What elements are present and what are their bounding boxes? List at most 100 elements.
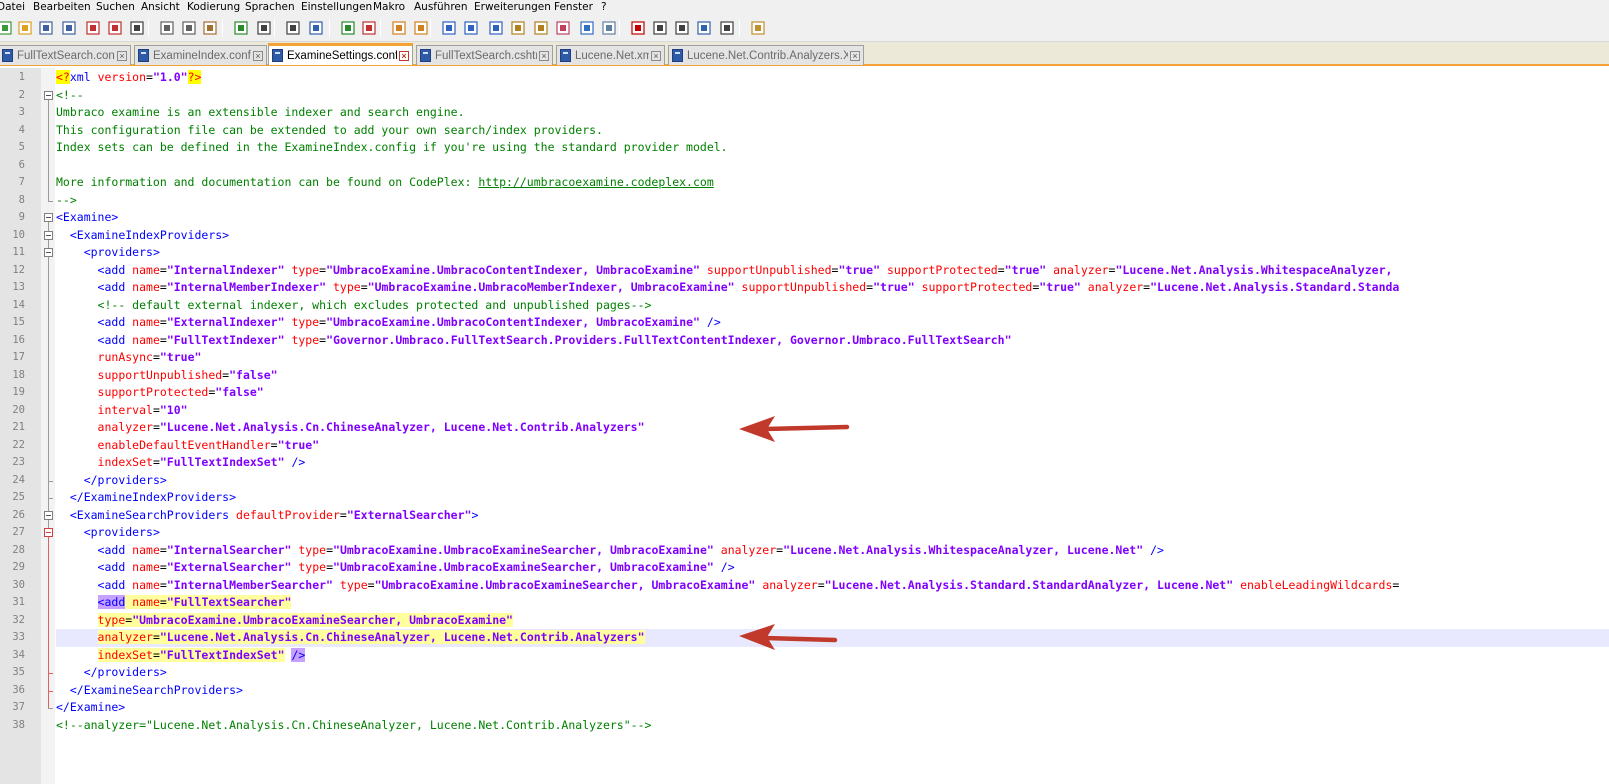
code-line[interactable]: This configuration file can be extended …: [56, 122, 603, 140]
code-line[interactable]: runAsync="true": [56, 349, 202, 367]
code-line[interactable]: enableDefaultEventHandler="true": [56, 437, 320, 455]
tab-fulltextsearch-cshtml[interactable]: FullTextSearch.cshtml ×: [416, 45, 553, 65]
code-line[interactable]: <ExamineIndexProviders>: [56, 227, 229, 245]
tab-examineindex-config[interactable]: ExamineIndex.config ×: [134, 45, 267, 65]
find-icon[interactable]: [284, 19, 302, 37]
code-line[interactable]: indexSet="FullTextIndexSet" />: [56, 454, 306, 472]
code-line[interactable]: </providers>: [56, 472, 167, 490]
tab-close-icon[interactable]: ×: [117, 50, 127, 61]
menu-ausf-hren[interactable]: Ausführen: [414, 0, 468, 14]
menu-makro[interactable]: Makro: [373, 0, 405, 14]
code-line[interactable]: <Examine>: [56, 209, 118, 227]
open-file-icon[interactable]: [16, 19, 34, 37]
code-line[interactable]: </ExamineIndexProviders>: [56, 489, 236, 507]
copy-icon[interactable]: [180, 19, 198, 37]
code-line[interactable]: </ExamineSearchProviders>: [56, 682, 243, 700]
code-line[interactable]: <add name="ExternalSearcher" type="Umbra…: [56, 559, 735, 577]
replace-icon[interactable]: [307, 19, 325, 37]
menu-datei[interactable]: Datei: [0, 0, 25, 14]
menu-suchen[interactable]: Suchen: [96, 0, 135, 14]
fold-toggle-icon[interactable]: [44, 90, 53, 100]
code-line[interactable]: <?xml version="1.0"?>: [56, 69, 202, 87]
tab-close-icon[interactable]: ×: [651, 50, 661, 61]
fold-toggle-icon[interactable]: [44, 248, 53, 257]
code-editor[interactable]: 1 2 3 4 5 6 7 8 9 10 11 12 13 14 15 16 17 18 19 20 21 22 23 24 2…: [0, 68, 1609, 784]
code-line[interactable]: indexSet="FullTextIndexSet" />: [56, 647, 306, 665]
menu-help[interactable]: ?: [601, 0, 607, 14]
code-line[interactable]: <ExamineSearchProviders defaultProvider=…: [56, 507, 479, 525]
save-macro-icon[interactable]: [718, 19, 736, 37]
fold-toggle-icon[interactable]: [44, 510, 53, 520]
menu-erweiterungen[interactable]: Erweiterungen: [474, 0, 551, 14]
fold-toggle-icon[interactable]: [44, 528, 53, 537]
save-icon[interactable]: [37, 19, 55, 37]
tab-examinesettings-config[interactable]: ExamineSettings.config ×: [268, 43, 413, 65]
code-line[interactable]: supportProtected="false": [56, 384, 264, 402]
code-line[interactable]: -->: [56, 192, 77, 210]
save-all-icon[interactable]: [60, 19, 78, 37]
code-line[interactable]: <!--: [56, 87, 84, 105]
paste-icon[interactable]: [201, 19, 219, 37]
code-line[interactable]: <add name="InternalMemberIndexer" type="…: [56, 279, 1400, 297]
show-all-chars-icon[interactable]: [462, 19, 480, 37]
code-line[interactable]: supportUnpublished="false": [56, 367, 278, 385]
tab-close-icon[interactable]: ×: [539, 50, 549, 61]
code-line[interactable]: </Examine>: [56, 699, 125, 717]
tab-close-icon[interactable]: ×: [399, 50, 409, 61]
function-list-icon[interactable]: [554, 19, 572, 37]
tab-close-icon[interactable]: ×: [253, 50, 263, 61]
folder-workspace-icon[interactable]: [578, 19, 596, 37]
menu-sprachen[interactable]: Sprachen: [245, 0, 295, 14]
zoom-in-icon[interactable]: [339, 19, 357, 37]
sync-horizontal-icon[interactable]: [412, 19, 430, 37]
fold-toggle-icon[interactable]: [44, 213, 53, 222]
code-line[interactable]: </providers>: [56, 664, 167, 682]
menu-kodierung[interactable]: Kodierung: [187, 0, 240, 14]
menu-einstellungen[interactable]: Einstellungen: [301, 0, 372, 14]
undo-icon[interactable]: [232, 19, 250, 37]
tab-fulltextsearch-config[interactable]: FullTextSearch.config×: [0, 45, 131, 65]
record-macro-icon[interactable]: [629, 19, 647, 37]
code-line[interactable]: <add name="InternalMemberSearcher" type=…: [56, 577, 1400, 595]
code-line[interactable]: More information and documentation can b…: [56, 174, 714, 192]
code-line[interactable]: Index sets can be defined in the Examine…: [56, 139, 728, 157]
sync-vertical-icon[interactable]: [390, 19, 408, 37]
tab-lucene-net-xml[interactable]: Lucene.Net.xml ×: [556, 45, 665, 65]
menu-bearbeiten[interactable]: Bearbeiten: [33, 0, 91, 14]
code-line[interactable]: <add name="InternalIndexer" type="Umbrac…: [56, 262, 1393, 280]
code-line[interactable]: <add name="ExternalIndexer" type="Umbrac…: [56, 314, 721, 332]
stop-macro-icon[interactable]: [651, 19, 669, 37]
tab-close-icon[interactable]: ×: [850, 50, 860, 61]
doc-map-icon[interactable]: [532, 19, 550, 37]
code-line[interactable]: analyzer="Lucene.Net.Analysis.Cn.Chinese…: [56, 629, 645, 647]
fold-toggle-icon[interactable]: [44, 230, 53, 240]
menu-fenster[interactable]: Fenster: [554, 0, 593, 14]
code-line[interactable]: <providers>: [56, 524, 160, 542]
indent-guide-icon[interactable]: [487, 19, 505, 37]
play-macro-icon[interactable]: [673, 19, 691, 37]
run-macro-multiple-icon[interactable]: [695, 19, 713, 37]
close-icon[interactable]: [84, 19, 102, 37]
tab-lucene-net-contrib-analyzers-xml[interactable]: Lucene.Net.Contrib.Analyzers.XML×: [668, 45, 864, 65]
code-line[interactable]: analyzer="Lucene.Net.Analysis.Cn.Chinese…: [56, 419, 645, 437]
user-language-icon[interactable]: [509, 19, 527, 37]
code-line[interactable]: type="UmbracoExamine.UmbracoExamineSearc…: [56, 612, 513, 630]
monitoring-icon[interactable]: [600, 19, 618, 37]
menu-ansicht[interactable]: Ansicht: [141, 0, 180, 14]
close-all-icon[interactable]: [106, 19, 124, 37]
redo-icon[interactable]: [255, 19, 273, 37]
code-line[interactable]: <add name="FullTextIndexer" type="Govern…: [56, 332, 1012, 350]
code-line[interactable]: <add name="InternalSearcher" type="Umbra…: [56, 542, 1164, 560]
print-icon[interactable]: [128, 19, 146, 37]
new-file-icon[interactable]: [0, 19, 14, 37]
code-line[interactable]: interval="10": [56, 402, 188, 420]
cut-icon[interactable]: [158, 19, 176, 37]
code-line[interactable]: Umbraco examine is an extensible indexer…: [56, 104, 465, 122]
code-line[interactable]: <!-- default external indexer, which exc…: [56, 297, 652, 315]
code-line[interactable]: <providers>: [56, 244, 160, 262]
word-wrap-icon[interactable]: [440, 19, 458, 37]
code-line[interactable]: <add name="FullTextSearcher": [56, 594, 292, 612]
code-line[interactable]: <!--analyzer="Lucene.Net.Analysis.Cn.Chi…: [56, 717, 651, 735]
zoom-out-icon[interactable]: [360, 19, 378, 37]
plugin-icon[interactable]: [749, 19, 767, 37]
